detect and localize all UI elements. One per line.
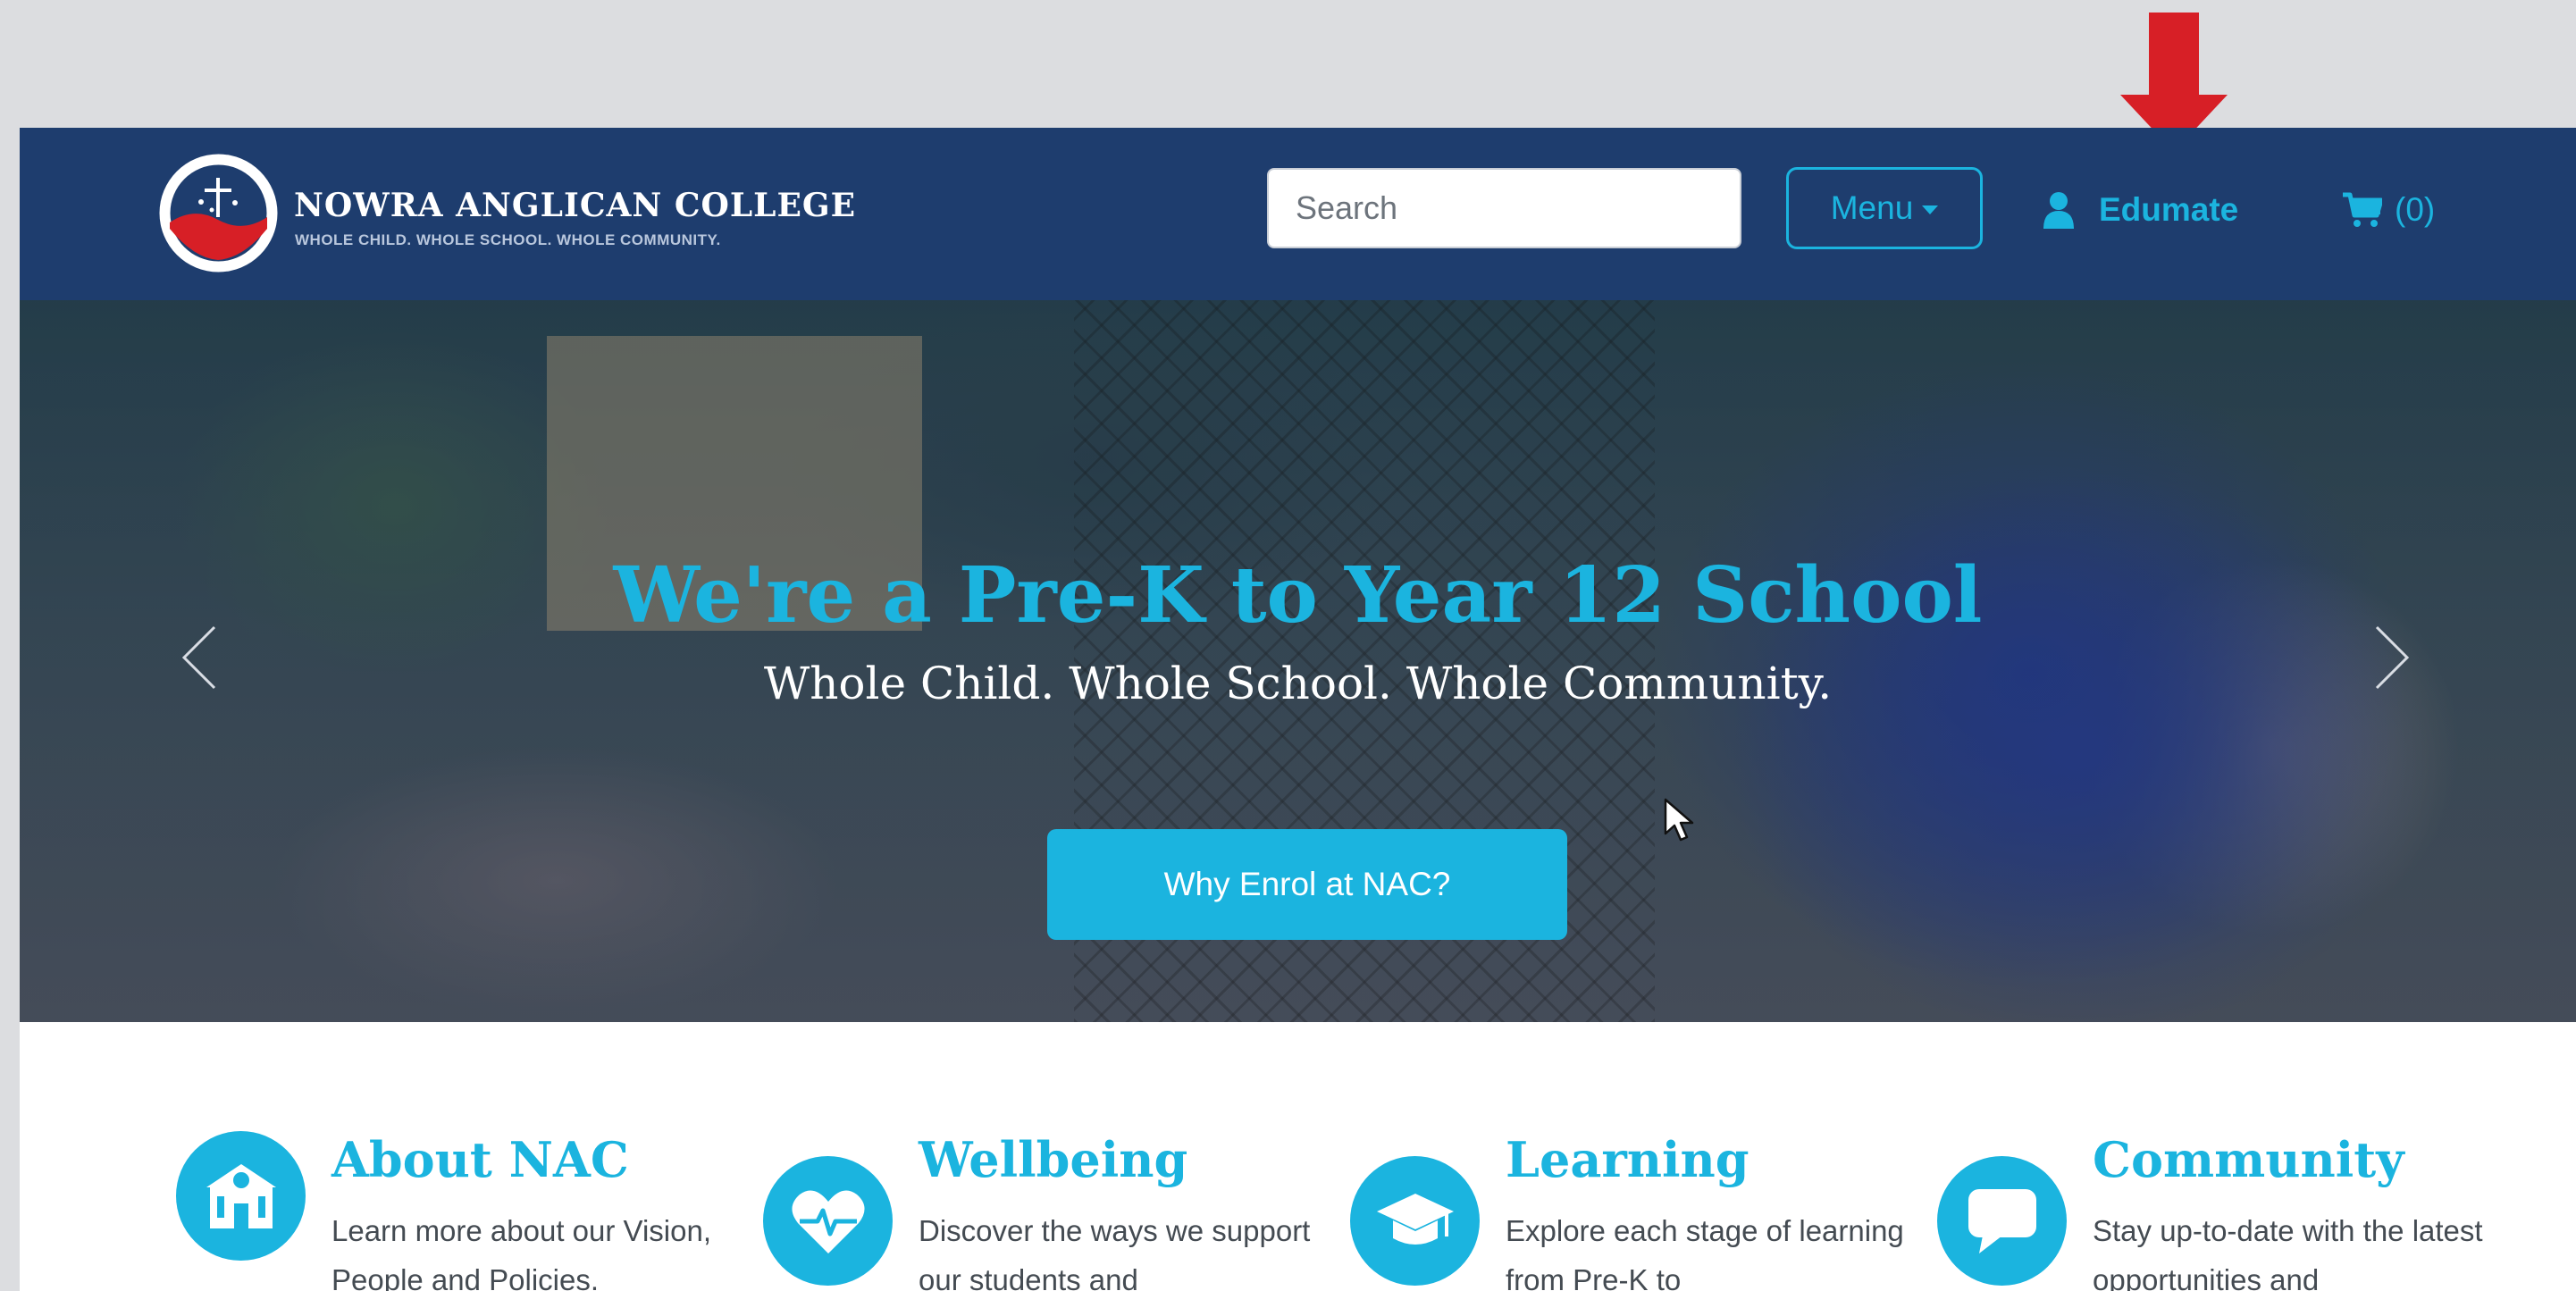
mouse-cursor-icon bbox=[1664, 798, 1694, 842]
search-input[interactable] bbox=[1267, 168, 1741, 248]
hero-title: We're a Pre-K to Year 12 School bbox=[613, 550, 1983, 641]
site-header: NOWRA ANGLICAN COLLEGE WHOLE CHILD. WHOL… bbox=[20, 128, 2576, 300]
feature-title: Community bbox=[2093, 1131, 2404, 1188]
edumate-login-link[interactable]: Edumate bbox=[2043, 183, 2238, 237]
shopping-cart-icon bbox=[2343, 192, 2382, 227]
menu-button[interactable]: Menu bbox=[1786, 167, 1983, 249]
feature-title: Learning bbox=[1506, 1131, 1749, 1188]
speech-bubble-icon bbox=[1937, 1156, 2067, 1286]
graduation-cap-icon bbox=[1350, 1156, 1480, 1286]
feature-text: Learn more about our Vision, People and … bbox=[331, 1214, 711, 1291]
brand-tagline: WHOLE CHILD. WHOLE SCHOOL. WHOLE COMMUNI… bbox=[295, 231, 721, 248]
hero-subtitle: Whole Child. Whole School. Whole Communi… bbox=[763, 658, 1833, 709]
menu-button-label: Menu bbox=[1830, 189, 1914, 226]
why-enrol-button[interactable]: Why Enrol at NAC? bbox=[1047, 829, 1567, 940]
feature-wellbeing[interactable]: Wellbeing Discover the ways we support o… bbox=[763, 1131, 1317, 1291]
feature-section: About NAC Learn more about our Vision, P… bbox=[20, 1022, 2576, 1291]
feature-title: Wellbeing bbox=[919, 1131, 1188, 1188]
hero-carousel: We're a Pre-K to Year 12 School Whole Ch… bbox=[20, 300, 2576, 1022]
feature-about-nac[interactable]: About NAC Learn more about our Vision, P… bbox=[176, 1131, 730, 1291]
feature-text: Discover the ways we support our student… bbox=[919, 1214, 1311, 1291]
brand-name[interactable]: NOWRA ANGLICAN COLLEGE bbox=[294, 187, 856, 224]
cart-link[interactable]: (0) bbox=[2343, 183, 2435, 237]
college-crest-logo[interactable] bbox=[158, 153, 279, 273]
carousel-prev-icon[interactable] bbox=[179, 622, 220, 693]
feature-community[interactable]: Community Stay up-to-date with the lates… bbox=[1937, 1131, 2491, 1291]
feature-title: About NAC bbox=[331, 1131, 629, 1188]
user-icon bbox=[2043, 192, 2074, 229]
feature-text: Explore each stage of learning from Pre-… bbox=[1506, 1214, 1904, 1291]
website-viewport: NOWRA ANGLICAN COLLEGE WHOLE CHILD. WHOL… bbox=[20, 128, 2576, 1291]
cart-count: (0) bbox=[2395, 191, 2436, 228]
caret-down-icon bbox=[1922, 205, 1939, 214]
feature-learning[interactable]: Learning Explore each stage of learning … bbox=[1350, 1131, 1904, 1291]
school-building-icon bbox=[176, 1131, 306, 1261]
carousel-next-icon[interactable] bbox=[2371, 622, 2412, 693]
heart-pulse-icon bbox=[763, 1156, 893, 1286]
edumate-label: Edumate bbox=[2099, 191, 2239, 228]
feature-text: Stay up-to-date with the latest opportun… bbox=[2093, 1214, 2483, 1291]
